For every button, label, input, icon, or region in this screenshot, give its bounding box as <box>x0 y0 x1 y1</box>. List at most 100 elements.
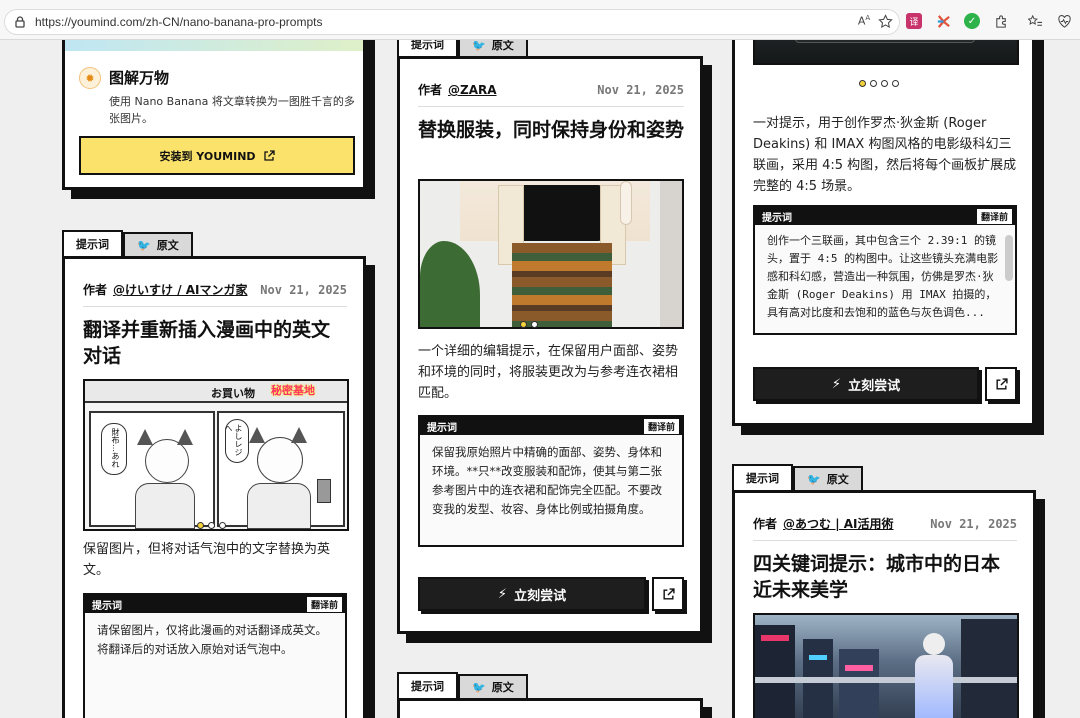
figure-outfit <box>915 655 953 718</box>
speech-bubble: 財布…あれ <box>101 423 127 475</box>
try-now-button[interactable]: ⚡ 立刻尝试 <box>753 367 979 401</box>
carousel-dot[interactable] <box>208 522 215 529</box>
prompt-box-header: 提示词 翻译前 <box>755 207 1015 225</box>
author-label: 作者 <box>83 283 108 297</box>
try-now-label: 立刻尝试 <box>848 378 901 394</box>
card-title[interactable]: 翻译并重新插入漫画中的英文对话 <box>83 317 347 369</box>
promo-title: 图解万物 <box>109 69 170 87</box>
card2-tabs: 提示词 🐦 原文 <box>397 40 528 56</box>
manga-sign-shopping: お買い物 <box>211 387 255 400</box>
twitter-bird-icon: 🐦 <box>472 680 486 694</box>
url-text: https://youmind.com/zh-CN/nano-banana-pr… <box>35 15 323 29</box>
tab-original[interactable]: 🐦 原文 <box>458 674 528 698</box>
post-date: Nov 21, 2025 <box>260 282 347 297</box>
promo-card: ✹ 图解万物 使用 Nano Banana 将文章转换为一图胜千言的多张图片。 … <box>62 40 366 190</box>
carousel-dots[interactable] <box>197 522 226 529</box>
tab-prompt[interactable]: 提示词 <box>397 40 458 56</box>
black-top <box>518 185 604 241</box>
card-title[interactable]: 替换服装，同时保持身份和姿势 <box>418 117 684 143</box>
author-label: 作者 <box>753 517 778 531</box>
twitter-bird-icon: 🐦 <box>137 238 151 252</box>
card4-tabs: 提示词 🐦 原文 <box>732 464 863 490</box>
triptych-image[interactable] <box>753 40 1019 65</box>
tab-prompt[interactable]: 提示词 <box>62 230 123 256</box>
external-link-icon <box>263 149 275 161</box>
tokyo-image[interactable] <box>753 613 1019 718</box>
try-now-button[interactable]: ⚡ 立刻尝试 <box>418 577 646 611</box>
prompt-text[interactable]: 保留我原始照片中精确的面部、姿势、身体和环境。**只**改变服装和配饰，使其与第… <box>420 435 682 545</box>
open-external-button[interactable] <box>652 577 684 611</box>
author-link[interactable]: @あつむ | AI活用術 <box>783 517 894 531</box>
prompt-gallery: ✹ 图解万物 使用 Nano Banana 将文章转换为一图胜千言的多张图片。 … <box>0 40 1080 718</box>
prompt-box-header: 提示词 翻译前 <box>85 595 345 613</box>
tab-prompt[interactable]: 提示词 <box>732 464 793 490</box>
translate-badge[interactable]: 翻译前 <box>643 418 679 434</box>
lightning-icon: ⚡ <box>831 376 842 392</box>
outfit-image[interactable] <box>418 179 684 329</box>
author-link[interactable]: @けいすけ / AIマンガ家 <box>113 283 248 297</box>
browser-health-icon[interactable] <box>1056 13 1072 29</box>
extension-translate-icon[interactable]: 译 <box>906 13 922 29</box>
carousel-dot[interactable] <box>197 522 204 529</box>
carousel-dots[interactable] <box>859 80 899 87</box>
carousel-dot[interactable] <box>892 80 899 87</box>
carousel-dot[interactable] <box>219 522 226 529</box>
try-now-label: 立刻尝试 <box>514 588 567 604</box>
carousel-dots[interactable] <box>520 321 538 328</box>
card-meta: 作者 @あつむ | AI活用術 Nov 21, 2025 <box>753 515 1017 541</box>
twitter-bird-icon: 🐦 <box>472 40 486 52</box>
prompt-card-outfit: 作者 @ZARA Nov 21, 2025 替换服装，同时保持身份和姿势 一个详细… <box>397 56 703 634</box>
install-youmind-button[interactable]: 安装到 YOUMIND <box>79 136 355 175</box>
favorite-star-icon[interactable] <box>877 13 893 29</box>
promo-description: 使用 Nano Banana 将文章转换为一图胜千言的多张图片。 <box>109 95 355 125</box>
card-description: 保留图片，但将对话气泡中的文字替换为英文。 <box>83 542 331 578</box>
prompt-box: 提示词 翻译前 创作一个三联画，其中包含三个 2.39:1 的镜头，置于 4:5 … <box>753 205 1017 335</box>
address-bar[interactable]: https://youmind.com/zh-CN/nano-banana-pr… <box>4 9 900 35</box>
carousel-dot[interactable] <box>881 80 888 87</box>
card5-tabs: 提示词 🐦 原文 <box>397 672 528 698</box>
manga-sign-secret: 秘密基地 <box>271 384 315 397</box>
tab-original[interactable]: 🐦 原文 <box>793 466 863 490</box>
open-external-button[interactable] <box>985 367 1017 401</box>
prompt-box: 提示词 翻译前 保留我原始照片中精确的面部、姿势、身体和环境。**只**改变服装和… <box>418 415 684 547</box>
read-aloud-icon[interactable]: AA <box>856 13 872 29</box>
translate-badge[interactable]: 翻译前 <box>976 208 1012 224</box>
extensions-puzzle-icon[interactable] <box>993 13 1009 29</box>
carousel-dot[interactable] <box>520 321 527 328</box>
favorites-list-icon[interactable] <box>1027 13 1043 29</box>
post-date: Nov 21, 2025 <box>930 516 1017 531</box>
card-title[interactable]: 四关键词提示：城市中的日本近未来美学 <box>753 551 1017 603</box>
tab-prompt[interactable]: 提示词 <box>397 672 458 698</box>
scrollbar[interactable] <box>1005 235 1013 281</box>
carousel-dot[interactable] <box>870 80 877 87</box>
speech-bubble: よしレジへ <box>224 419 249 463</box>
prompt-text[interactable]: 创作一个三联画，其中包含三个 2.39:1 的镜头，置于 4:5 的构图中。让这… <box>755 225 1015 333</box>
prompt-card-partial <box>397 698 703 718</box>
prompt-text[interactable]: 请保留图片，仅将此漫画的对话翻译成英文。将翻译后的对话放入原始对话气泡中。 <box>85 613 345 718</box>
author-link[interactable]: @ZARA <box>448 83 497 97</box>
prompt-card-manga: 作者 @けいすけ / AIマンガ家 Nov 21, 2025 翻译并重新插入漫画中… <box>62 256 366 718</box>
carousel-dot[interactable] <box>531 321 538 328</box>
lock-icon <box>15 16 25 28</box>
patterned-skirt <box>512 243 612 327</box>
lightbulb-icon: ✹ <box>79 67 101 89</box>
manga-image[interactable]: お買い物 秘密基地 財布…あれ よしレジへ <box>83 379 349 531</box>
figure-head <box>923 633 945 655</box>
card-description: 一个详细的编辑提示，在保留用户面部、姿势和环境的同时，将服装更改为与参考连衣裙相… <box>418 344 679 401</box>
card-meta: 作者 @ZARA Nov 21, 2025 <box>418 81 684 107</box>
install-button-label: 安装到 YOUMIND <box>159 149 256 163</box>
carousel-dot[interactable] <box>859 80 866 87</box>
prompt-box: 提示词 翻译前 请保留图片，仅将此漫画的对话翻译成英文。将翻译后的对话放入原始对话… <box>83 593 347 718</box>
prompt-card-tokyo: 作者 @あつむ | AI活用術 Nov 21, 2025 四关键词提示：城市中的日… <box>732 490 1036 718</box>
promo-banner <box>65 40 363 51</box>
extension-check-icon[interactable]: ✓ <box>964 13 980 29</box>
tab-original[interactable]: 🐦 原文 <box>123 232 193 256</box>
card-description: 一对提示，用于创作罗杰·狄金斯 (Roger Deakins) 和 IMAX 构… <box>753 116 1017 194</box>
extension-pinwheel-icon[interactable] <box>935 13 951 29</box>
card-meta: 作者 @けいすけ / AIマンガ家 Nov 21, 2025 <box>83 281 347 307</box>
external-link-icon <box>662 587 675 600</box>
twitter-bird-icon: 🐦 <box>807 472 821 486</box>
prompt-box-header: 提示词 翻译前 <box>420 417 682 435</box>
translate-badge[interactable]: 翻译前 <box>306 596 342 612</box>
tab-original[interactable]: 🐦 原文 <box>458 40 528 56</box>
